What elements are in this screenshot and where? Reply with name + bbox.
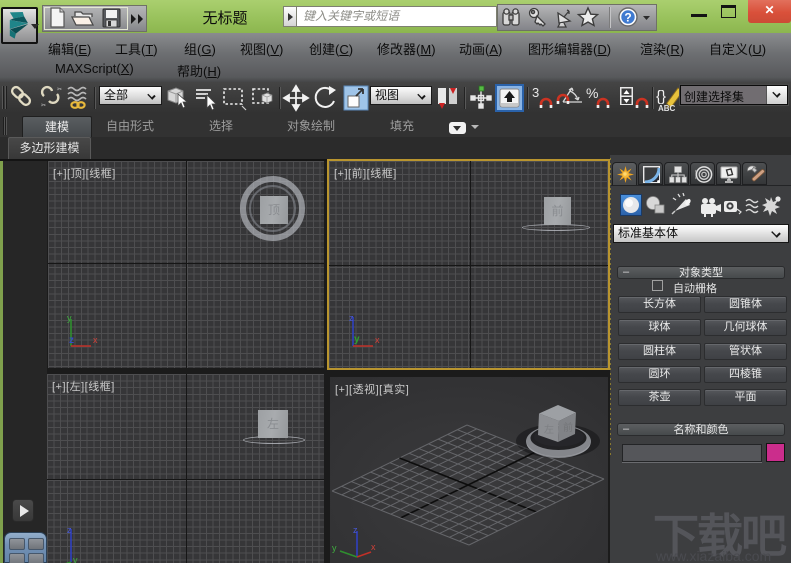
svg-text:3: 3	[532, 85, 539, 100]
svg-text:z: z	[67, 525, 72, 535]
svg-text:y: y	[73, 555, 78, 563]
svg-text:%: %	[586, 85, 598, 101]
svg-text:z: z	[69, 335, 74, 346]
svg-text:✂: ✂	[57, 87, 62, 93]
svg-text:左: 左	[544, 423, 554, 436]
svg-text:前: 前	[563, 421, 573, 434]
svg-text:✂: ✂	[41, 103, 46, 109]
svg-text:z: z	[353, 525, 358, 535]
svg-text:y: y	[332, 543, 337, 553]
svg-text:{}: {}	[656, 88, 666, 105]
svg-text:x: x	[375, 335, 380, 345]
svg-text:x: x	[371, 542, 376, 552]
svg-text:?: ?	[624, 11, 631, 25]
svg-text:x: x	[93, 335, 98, 345]
svg-text:y: y	[354, 334, 360, 345]
svg-text:y: y	[67, 313, 72, 323]
svg-text:z: z	[349, 313, 354, 323]
svg-text:ABC: ABC	[658, 104, 676, 113]
